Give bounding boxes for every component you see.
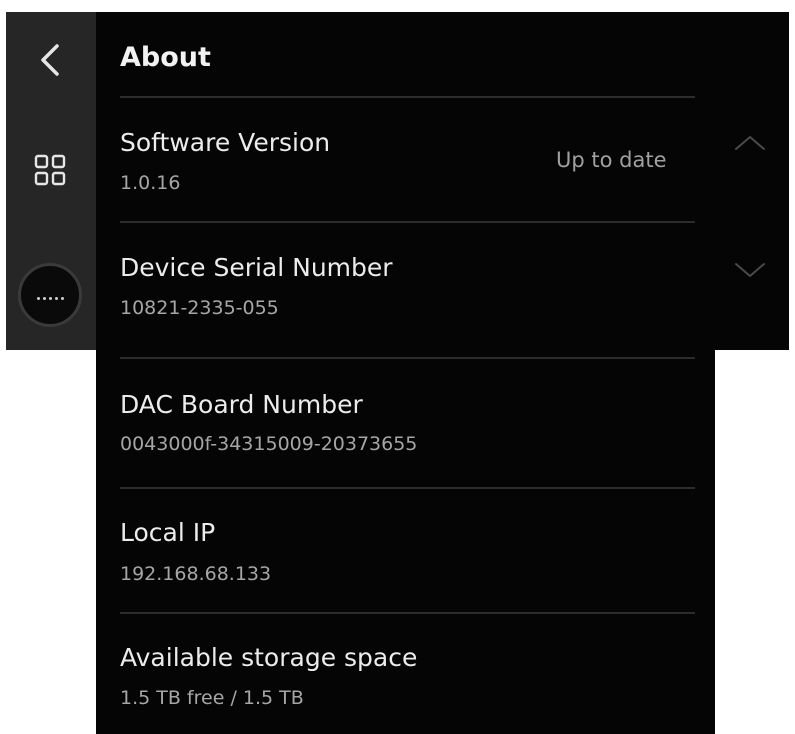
more-dots-icon [36, 296, 64, 300]
dac-board-value: 0043000f-34315009-20373655 [120, 433, 418, 455]
about-screen: About Software Version 1.0.16 Up to date… [0, 0, 795, 734]
chevron-up-icon [735, 136, 765, 150]
divider [120, 96, 695, 98]
back-button[interactable] [30, 40, 70, 80]
divider [120, 357, 695, 359]
chevron-down-icon [735, 263, 765, 277]
software-version-label: Software Version [120, 128, 331, 157]
grid-button[interactable] [30, 150, 70, 190]
software-status: Up to date [556, 148, 667, 172]
chevron-left-icon [41, 44, 59, 76]
local-ip-value: 192.168.68.133 [120, 563, 272, 585]
divider [120, 221, 695, 223]
dac-board-label: DAC Board Number [120, 390, 363, 419]
divider [120, 487, 695, 489]
grid-icon [34, 154, 66, 186]
scroll-down-button[interactable] [730, 255, 770, 285]
divider [120, 612, 695, 614]
storage-value: 1.5 TB free / 1.5 TB [120, 687, 304, 709]
device-serial-label: Device Serial Number [120, 253, 393, 282]
storage-label: Available storage space [120, 643, 418, 672]
scroll-up-button[interactable] [730, 128, 770, 158]
page-title: About [120, 42, 211, 73]
more-button[interactable] [18, 263, 82, 327]
device-serial-value: 10821-2335-055 [120, 297, 279, 319]
local-ip-label: Local IP [120, 518, 216, 547]
software-version-value: 1.0.16 [120, 172, 181, 194]
